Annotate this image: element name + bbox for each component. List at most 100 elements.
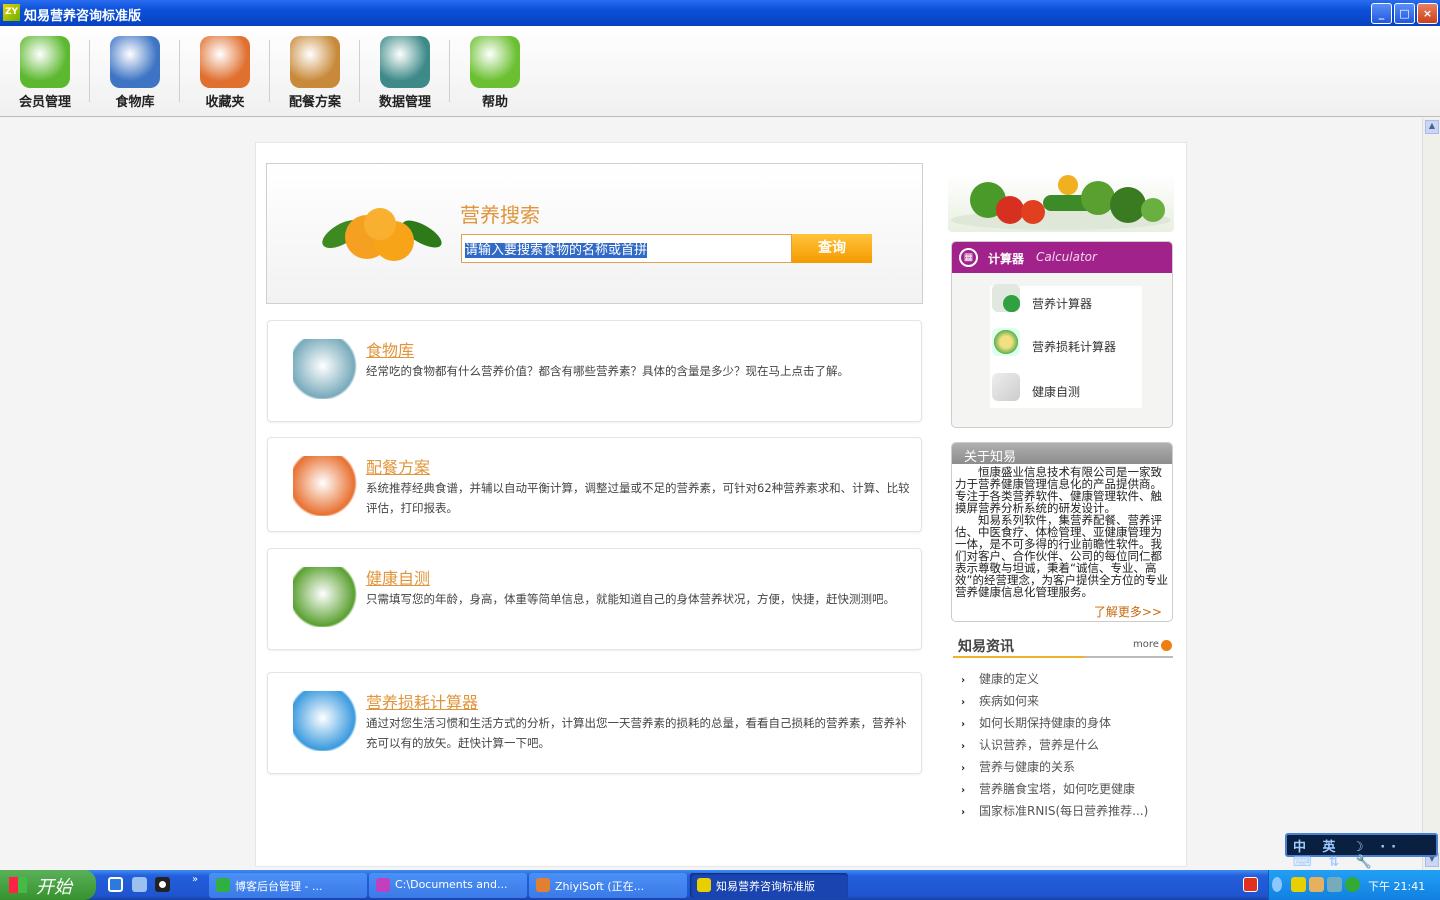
clock: 下午 21:41 xyxy=(1368,880,1426,893)
feature-card-title[interactable]: 食物库 xyxy=(366,337,414,361)
main-toolbar: 会员管理 食物库 收藏夹 配餐方案 数据管理 帮助 xyxy=(0,26,1440,117)
toolbar-label: 食物库 xyxy=(115,95,155,110)
taskbar-task[interactable]: C:\Documents and... xyxy=(369,873,527,898)
food-search-input[interactable]: 请输入要搜索食物的名称或首拼 xyxy=(461,234,792,263)
network-tray-icon[interactable] xyxy=(1327,877,1342,892)
nutrient-loss-icon xyxy=(293,691,359,751)
feature-card-title[interactable]: 配餐方案 xyxy=(366,454,430,478)
qq-tray-icon[interactable] xyxy=(1309,877,1324,892)
taskbar-task[interactable]: 知易营养咨询标准版 xyxy=(690,873,848,898)
minimize-button[interactable]: _ xyxy=(1371,3,1392,24)
bullet-icon: › xyxy=(961,785,966,796)
nutrition-calculator-link[interactable]: 营养计算器 xyxy=(1032,295,1092,312)
feature-card-title[interactable]: 营养损耗计算器 xyxy=(366,689,478,713)
query-button[interactable]: 查询 xyxy=(792,234,872,263)
orange-icon xyxy=(322,208,442,261)
folder-icon xyxy=(200,36,250,88)
health-test-icon xyxy=(293,567,359,627)
toolbar-button-5[interactable]: 帮助 xyxy=(450,26,540,116)
more-arrow-icon[interactable] xyxy=(1161,640,1172,651)
feature-card-title[interactable]: 健康自测 xyxy=(366,565,430,589)
nutrient-loss-calculator-link[interactable]: 营养损耗计算器 xyxy=(1032,338,1116,355)
news-item[interactable]: › 如何长期保持健康的身体 xyxy=(961,714,1148,736)
database-icon xyxy=(380,36,430,88)
feature-card-description: 经常吃的食物都有什么营养价值？都含有哪些营养素？具体的含量是多少？现在马上点击了… xyxy=(366,364,849,378)
sogou-input-icon[interactable] xyxy=(1243,877,1258,892)
task-label: 知易营养咨询标准版 xyxy=(716,880,815,893)
food-library-icon xyxy=(293,339,359,399)
news-item-label: 如何长期保持健康的身体 xyxy=(979,716,1112,730)
news-item[interactable]: › 营养膳食宝塔，如何吃更健康 xyxy=(961,780,1148,802)
zhiyi-tray-icon[interactable] xyxy=(1291,877,1306,892)
feature-card-description: 通过对您生活习惯和生活方式的分析，计算出您一天营养素的损耗的总量，看看自己损耗的… xyxy=(366,716,907,750)
toolbar-button-2[interactable]: 收藏夹 xyxy=(180,26,270,116)
calculator-subtitle: Calculator xyxy=(1036,250,1097,264)
toolbar-button-4[interactable]: 数据管理 xyxy=(360,26,450,116)
task-app-icon xyxy=(536,878,550,892)
toolbar-label: 配餐方案 xyxy=(288,95,341,110)
about-title: 关于知易 xyxy=(952,443,1172,465)
search-input-value: 请输入要搜索食物的名称或首拼 xyxy=(465,243,648,258)
quicklaunch-expand-icon[interactable]: » xyxy=(192,874,198,885)
vertical-scrollbar[interactable]: ▲ ▼ xyxy=(1422,118,1440,870)
vegetables-banner-image xyxy=(948,150,1174,232)
security-tray-icon[interactable] xyxy=(1345,877,1360,892)
qq-icon[interactable] xyxy=(155,877,170,892)
search-panel: 营养搜索 请输入要搜索食物的名称或首拼 查询 xyxy=(266,163,923,304)
teacup-icon xyxy=(110,36,160,88)
task-app-icon xyxy=(216,878,230,892)
taskbar-task[interactable]: 博客后台管理 - ... xyxy=(209,873,367,898)
palette-icon xyxy=(290,36,340,88)
learn-more-link[interactable]: 了解更多>> xyxy=(1094,603,1162,620)
toolbar-label: 数据管理 xyxy=(378,95,431,110)
news-item-label: 健康的定义 xyxy=(979,672,1040,686)
close-button[interactable]: × xyxy=(1417,3,1438,24)
calculator-title: 计算器 xyxy=(988,252,1025,266)
about-text: 恒康盛业信息技术有限公司是一家致力于营养健康管理信息化的产品提供商。专注于各类营… xyxy=(955,465,1168,599)
window-title: 知易营养咨询标准版 xyxy=(24,9,142,24)
news-item[interactable]: › 营养与健康的关系 xyxy=(961,758,1148,780)
start-button[interactable]: 开始 xyxy=(0,870,96,900)
toolbar-label: 帮助 xyxy=(481,95,508,110)
feature-card: 食物库经常吃的食物都有什么营养价值？都含有哪些营养素？具体的含量是多少？现在马上… xyxy=(267,320,922,422)
ie-icon[interactable] xyxy=(108,877,123,892)
task-app-icon xyxy=(697,878,711,892)
maximize-button[interactable]: □ xyxy=(1394,3,1415,24)
feature-card: 配餐方案系统推荐经典食谱，并辅以自动平衡计算，调整过量或不足的营养素，可针对62… xyxy=(267,437,922,532)
task-label: ZhiyiSoft (正在... xyxy=(555,880,645,893)
task-label: C:\Documents and... xyxy=(395,878,508,891)
news-more-link[interactable]: more xyxy=(1133,639,1159,650)
news-item[interactable]: › 认识营养，营养是什么 xyxy=(961,736,1148,758)
toolbar-label: 会员管理 xyxy=(18,95,71,110)
show-desktop-icon[interactable] xyxy=(132,877,147,892)
feature-card-description: 系统推荐经典食谱，并辅以自动平衡计算，调整过量或不足的营养素，可针对62种营养素… xyxy=(366,481,910,515)
news-item[interactable]: › 健康的定义 xyxy=(961,670,1148,692)
nutrition-calculator-icon xyxy=(992,284,1020,312)
news-item-label: 营养膳食宝塔，如何吃更健康 xyxy=(979,782,1136,796)
news-item-label: 营养与健康的关系 xyxy=(979,760,1076,774)
taskbar-task[interactable]: ZhiyiSoft (正在... xyxy=(529,873,687,898)
nutrient-loss-calculator-icon xyxy=(992,328,1020,356)
search-title: 营养搜索 xyxy=(460,203,540,227)
news-item[interactable]: › 疾病如何来 xyxy=(961,692,1148,714)
ime-toolbar[interactable]: 中 英 ☽ ·· ⌨ ⇅ 🔧 xyxy=(1285,833,1438,870)
start-label: 开始 xyxy=(36,877,72,898)
tray-collapse-icon[interactable] xyxy=(1272,877,1282,892)
toolbar-button-3[interactable]: 配餐方案 xyxy=(270,26,360,116)
taskbar: 开始 » 博客后台管理 - ... C:\Documents and... Zhiy… xyxy=(0,870,1440,900)
bullet-icon: › xyxy=(961,741,966,752)
news-list: › 健康的定义 › 疾病如何来 › 如何长期保持健康的身体 › 认识营养，营养是什么 › 营养与健… xyxy=(961,670,1148,824)
scroll-up-button[interactable]: ▲ xyxy=(1425,120,1439,134)
bullet-icon: › xyxy=(961,675,966,686)
news-item[interactable]: › 国家标准RNIS(每日营养推荐...) xyxy=(961,802,1148,824)
toolbar-button-0[interactable]: 会员管理 xyxy=(0,26,90,116)
bullet-icon: › xyxy=(961,763,966,774)
toolbar-button-1[interactable]: 食物库 xyxy=(90,26,180,116)
windows-flag-icon xyxy=(9,877,27,893)
title-bar: ZY 知易营养咨询标准版 _ □ × xyxy=(0,0,1440,26)
health-test-link[interactable]: 健康自测 xyxy=(1032,383,1080,400)
news-item-label: 国家标准RNIS(每日营养推荐...) xyxy=(979,804,1149,818)
meal-plan-icon xyxy=(293,456,359,516)
bullet-icon: › xyxy=(961,807,966,818)
app-logo-icon: ZY xyxy=(3,4,20,21)
